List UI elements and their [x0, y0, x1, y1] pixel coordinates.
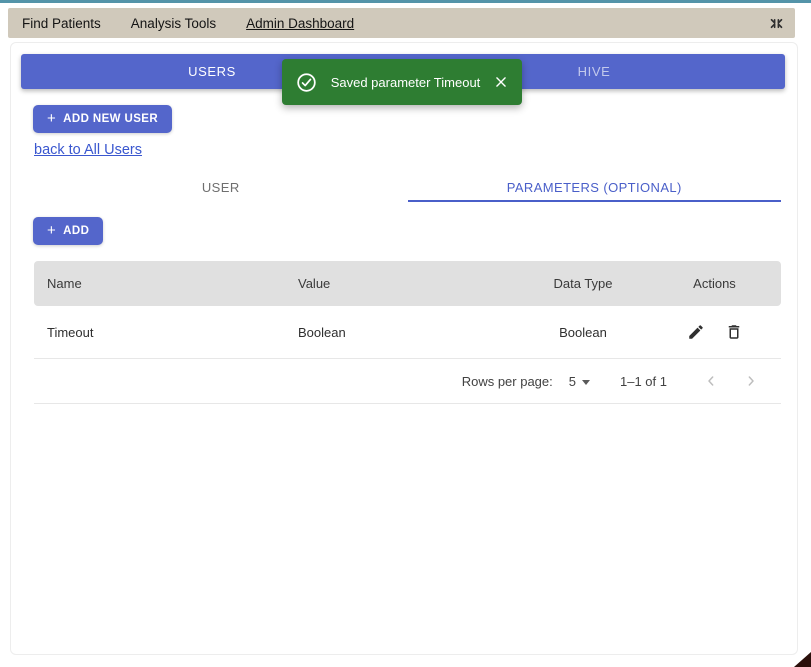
table-header-row: Name Value Data Type Actions — [34, 261, 781, 306]
admin-dashboard-page: { "nav": { "items": [ { "label": "Find P… — [0, 0, 811, 667]
previous-page-icon[interactable] — [699, 369, 723, 393]
nav-item-admin-dashboard[interactable]: Admin Dashboard — [246, 16, 354, 31]
edit-pencil-icon[interactable] — [687, 323, 705, 341]
pagination-range: 1–1 of 1 — [620, 374, 667, 389]
plus-icon: + — [47, 226, 56, 236]
top-navbar: Find Patients Analysis Tools Admin Dashb… — [8, 8, 795, 38]
mouse-cursor — [794, 652, 811, 667]
row-data-type: Boolean — [518, 325, 648, 340]
add-parameter-button[interactable]: + ADD — [33, 217, 103, 245]
toast-message: Saved parameter Timeout — [329, 75, 482, 90]
column-header-actions: Actions — [648, 276, 781, 291]
chevron-down-icon — [582, 380, 590, 385]
rows-per-page-value: 5 — [569, 374, 576, 389]
sub-tabs: USER PARAMETERS (OPTIONAL) — [34, 171, 781, 203]
nav-item-analysis-tools[interactable]: Analysis Tools — [131, 16, 216, 31]
collapse-arrows-icon[interactable] — [765, 12, 787, 34]
table-pagination: Rows per page: 5 1–1 of 1 — [34, 359, 781, 404]
add-label: ADD — [63, 225, 89, 237]
delete-trash-icon[interactable] — [725, 323, 743, 341]
column-header-name: Name — [34, 276, 298, 291]
nav-item-find-patients[interactable]: Find Patients — [22, 16, 101, 31]
tab-parameters-optional[interactable]: PARAMETERS (OPTIONAL) — [408, 171, 782, 203]
next-page-icon[interactable] — [739, 369, 763, 393]
top-accent-line — [0, 0, 811, 3]
row-name: Timeout — [34, 325, 298, 340]
table-row: Timeout Boolean Boolean — [34, 306, 781, 359]
check-circle-icon — [296, 72, 317, 93]
column-header-data-type: Data Type — [518, 276, 648, 291]
add-new-user-label: ADD NEW USER — [63, 113, 158, 125]
active-tab-indicator — [408, 200, 782, 202]
rows-per-page-select[interactable]: 5 — [569, 374, 590, 389]
rows-per-page-label: Rows per page: — [462, 374, 553, 389]
column-header-value: Value — [298, 276, 518, 291]
add-new-user-button[interactable]: + ADD NEW USER — [33, 105, 172, 133]
plus-icon: + — [47, 114, 56, 124]
row-value: Boolean — [298, 325, 518, 340]
back-to-all-users-link[interactable]: back to All Users — [34, 142, 142, 158]
content-card: USERS HIVE Saved parameter Timeout + ADD… — [10, 42, 798, 655]
parameters-table: Name Value Data Type Actions Timeout Boo… — [34, 261, 781, 404]
tab-user[interactable]: USER — [34, 171, 408, 203]
toast-notification: Saved parameter Timeout — [282, 59, 522, 105]
row-actions — [648, 323, 781, 341]
close-icon[interactable] — [494, 75, 508, 89]
